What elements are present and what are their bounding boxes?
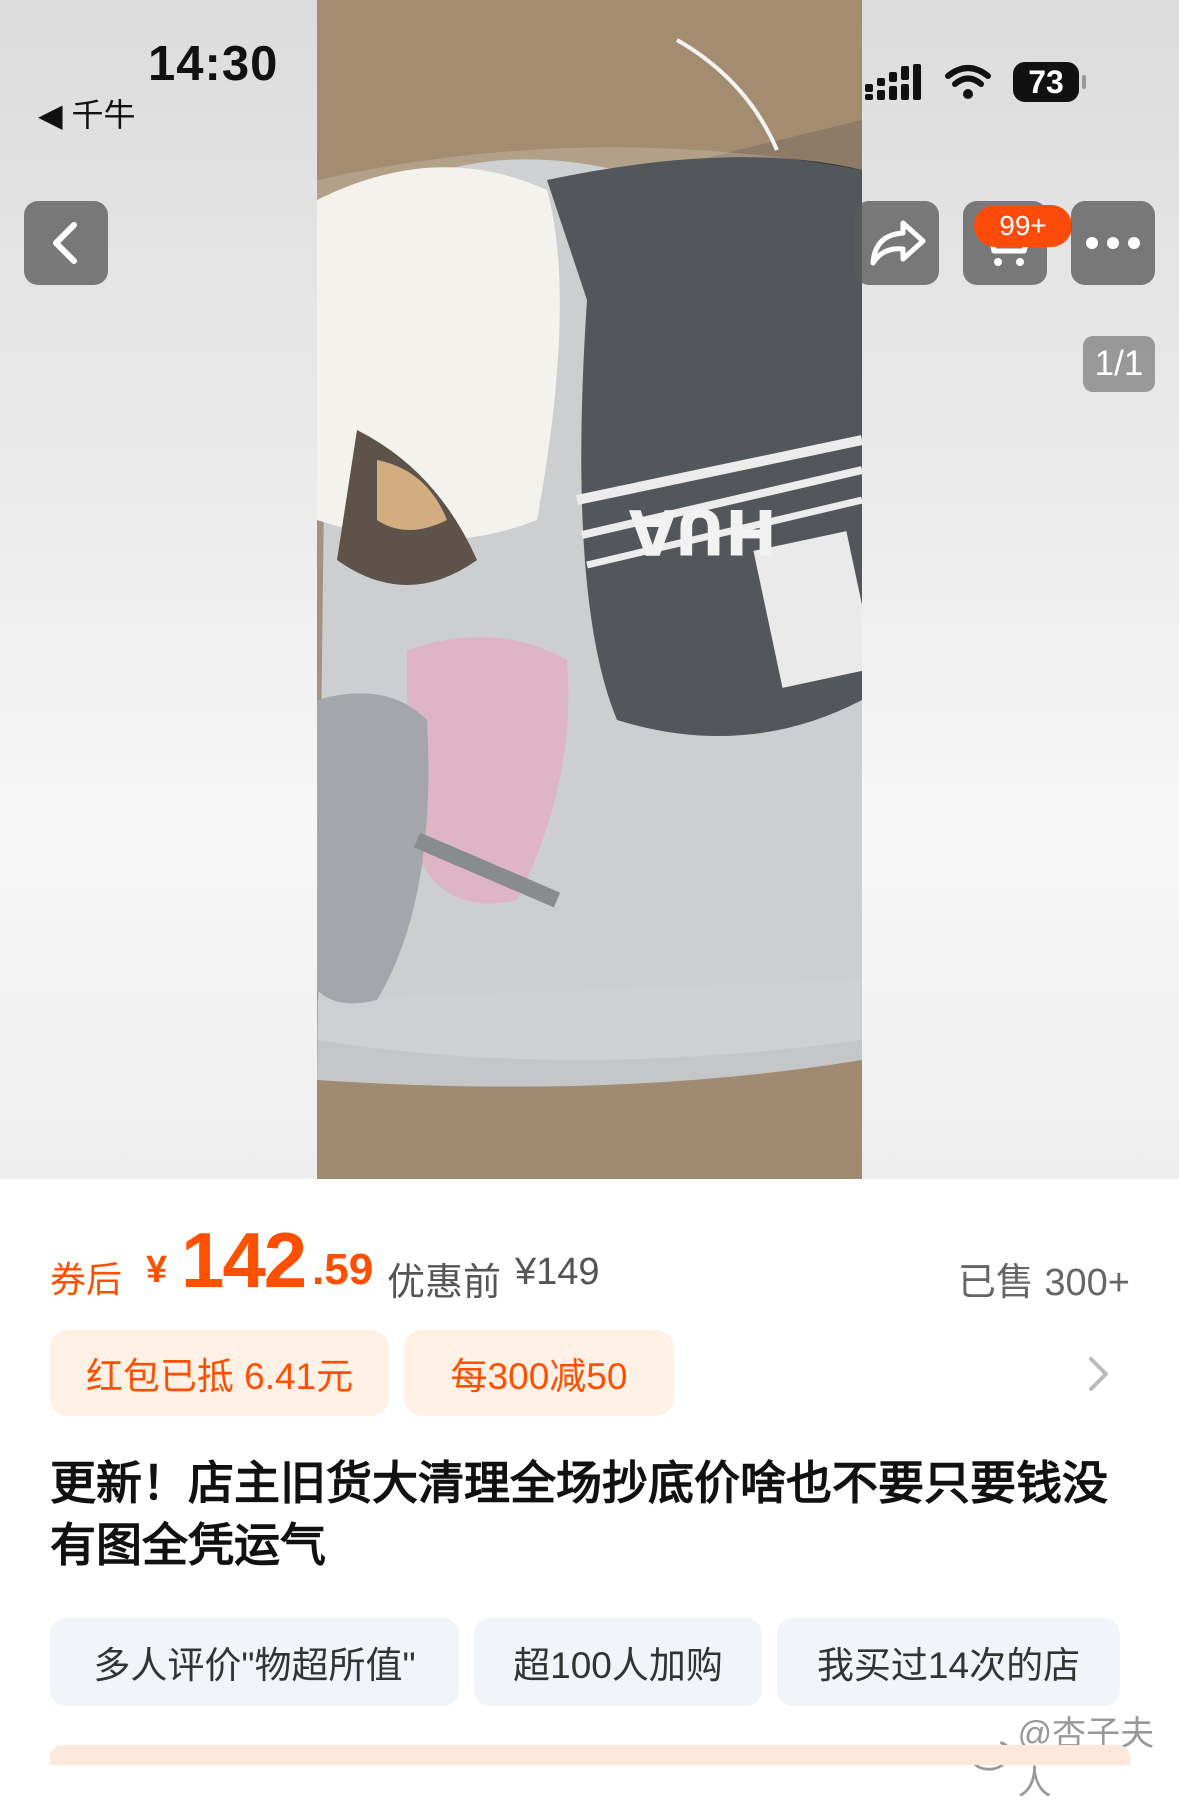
cart-count-badge: 99+ [974,205,1072,247]
bottom-card-edge [50,1745,1130,1765]
price-decimal: .59 [312,1245,374,1294]
sold-count: 已售 300+ [957,1262,1130,1304]
back-button[interactable] [24,201,108,285]
original-price-label: 优惠前 [387,1262,502,1304]
more-button[interactable] [1071,201,1155,285]
back-icon [53,222,77,264]
discount-promo[interactable]: 每300减50 [404,1330,674,1416]
price-integer: 142 [181,1216,307,1304]
product-title: 更新！店主旧货大清理全场抄底价啥也不要只要钱没有图全凭运气 [50,1457,1108,1571]
status-icons: 73 [865,62,1086,102]
red-packet-promo[interactable]: 红包已抵 6.41元 [50,1330,389,1416]
tag-reviews[interactable]: 多人评价"物超所值" [50,1618,459,1706]
after-coupon-label: 券后 [50,1259,123,1300]
more-icon [1086,237,1140,249]
original-price: ¥149 [515,1251,600,1293]
back-to-app-link[interactable]: ◀ 千牛 [38,90,136,136]
chevron-right-icon[interactable] [1086,1355,1112,1393]
price-currency: ¥ [146,1249,168,1291]
wifi-icon [945,65,991,99]
tag-repeat-store[interactable]: 我买过14次的店 [777,1618,1120,1706]
battery-indicator: 73 [1013,62,1086,102]
tag-add-to-cart[interactable]: 超100人加购 [474,1618,762,1706]
signal-icon [865,64,921,100]
product-photo-illustration: HUA [317,0,862,1179]
image-page-counter: 1/1 [1083,336,1155,392]
status-time: 14:30 [148,37,279,91]
product-photo[interactable]: HUA [317,0,862,1179]
product-image-gallery[interactable]: HUA 14:30 ◀ 千牛 73 99+ 1/1 [0,0,1179,1179]
price-row: 券后 ¥ 142 .59 优惠前 ¥149 已售 300+ [50,1215,1130,1304]
share-button[interactable] [855,201,939,285]
share-icon [870,220,926,266]
